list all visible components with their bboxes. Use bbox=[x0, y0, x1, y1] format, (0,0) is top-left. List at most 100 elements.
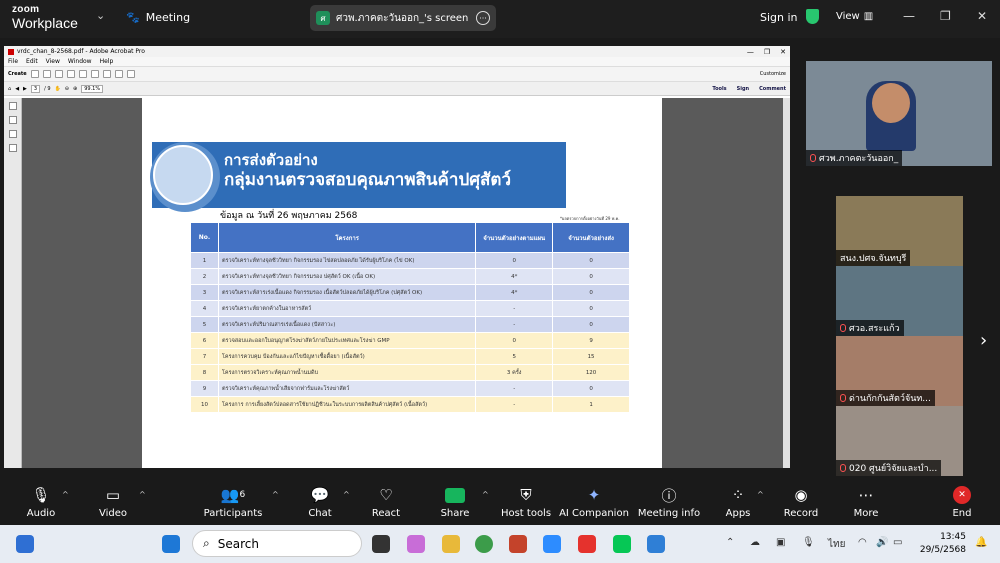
camera-icon: ▭ bbox=[105, 486, 121, 504]
record-icon: ◉ bbox=[794, 486, 808, 504]
meeting-info-button[interactable]: ⓘ Meeting info bbox=[634, 478, 704, 520]
taskbar-search[interactable]: ⌕ Search bbox=[192, 530, 362, 557]
line-icon[interactable] bbox=[613, 535, 631, 553]
video-button[interactable]: ▭ Video bbox=[78, 478, 148, 519]
share-screen-pill[interactable]: ศ ศวพ.ภาคตะวันออก_'s screen ··· bbox=[310, 5, 496, 31]
shield-icon: ⛨ bbox=[520, 486, 532, 504]
microphone-tray-icon[interactable]: 🎙 bbox=[802, 537, 815, 548]
file-explorer-icon[interactable] bbox=[442, 535, 460, 553]
more-options-icon[interactable]: ··· bbox=[476, 11, 490, 25]
vertical-scrollbar[interactable] bbox=[783, 98, 790, 468]
audio-options-caret-icon[interactable]: ^ bbox=[62, 490, 69, 499]
chat-options-caret-icon[interactable]: ^ bbox=[343, 490, 350, 499]
close-icon[interactable]: ✕ bbox=[977, 9, 987, 23]
view-button[interactable]: View ▥ bbox=[836, 11, 873, 22]
restore-icon[interactable]: ❐ bbox=[940, 9, 951, 23]
email-icon[interactable] bbox=[78, 70, 87, 78]
zoom-input[interactable]: 99.1% bbox=[81, 84, 104, 93]
zoom-out-icon[interactable]: ⊖ bbox=[65, 86, 69, 92]
comment-icon[interactable] bbox=[90, 70, 99, 78]
minimize-icon[interactable]: — bbox=[903, 9, 915, 23]
end-button[interactable]: ✕ End bbox=[927, 478, 997, 519]
share-button[interactable]: Share bbox=[420, 478, 490, 519]
customize-button[interactable]: Customize bbox=[760, 71, 786, 77]
muted-mic-icon bbox=[840, 464, 846, 472]
row-sent: 1 bbox=[552, 396, 630, 413]
volume-icon[interactable]: 🔊 bbox=[876, 537, 888, 548]
powerpoint-icon[interactable] bbox=[509, 535, 527, 553]
phone-link-icon[interactable]: ▣ bbox=[776, 537, 785, 548]
next-page-icon[interactable]: ▶ bbox=[23, 86, 27, 92]
battery-icon[interactable]: ▭ bbox=[893, 537, 902, 548]
notifications-icon[interactable]: 🔔 bbox=[975, 537, 987, 548]
acrobat-restore-icon[interactable]: ❐ bbox=[764, 48, 770, 56]
host-tools-button[interactable]: ⛨ Host tools bbox=[491, 478, 561, 519]
photos-icon[interactable] bbox=[647, 535, 665, 553]
menu-window[interactable]: Window bbox=[68, 58, 92, 65]
ai-companion-button[interactable]: ✦ AI Companion bbox=[559, 478, 629, 519]
row-sent: 0 bbox=[552, 284, 630, 301]
prev-page-icon[interactable]: ◀ bbox=[15, 86, 19, 92]
highlight-icon[interactable] bbox=[102, 70, 111, 78]
print-icon[interactable] bbox=[66, 70, 75, 78]
participants-button[interactable]: 👥 6 Participants bbox=[198, 478, 268, 519]
acrobat-minimize-icon[interactable]: — bbox=[747, 48, 754, 56]
security-shield-icon[interactable] bbox=[806, 9, 819, 24]
video-tile-host[interactable]: ศวพ.ภาคตะวันออก_ bbox=[806, 61, 992, 166]
onedrive-icon[interactable]: ☁ bbox=[750, 537, 760, 548]
share-options-caret-icon[interactable]: ^ bbox=[482, 490, 489, 499]
task-view-icon[interactable] bbox=[372, 535, 390, 553]
copilot-icon[interactable] bbox=[407, 535, 425, 553]
table-row: 6 ตรวจสอบและออกใบอนุญาตโรงฆ่าสัตว์ภายในปร… bbox=[190, 332, 630, 349]
bookmarks-panel-icon[interactable] bbox=[8, 116, 17, 124]
menu-file[interactable]: File bbox=[8, 58, 18, 65]
menu-edit[interactable]: Edit bbox=[26, 58, 38, 65]
acrobat-taskbar-icon[interactable] bbox=[578, 535, 596, 553]
pages-panel-icon[interactable] bbox=[8, 102, 17, 110]
apps-options-caret-icon[interactable]: ^ bbox=[757, 490, 764, 499]
record-button[interactable]: ◉ Record bbox=[766, 478, 836, 519]
video-tile-4[interactable]: ด่านกักกันสัตว์จันท... bbox=[836, 336, 963, 406]
zoom-in-icon[interactable]: ⊕ bbox=[73, 86, 77, 92]
video-tile-2[interactable]: สนง.ปศจ.จันทบุรี bbox=[836, 196, 963, 266]
video-tile-5[interactable]: 020 ศูนย์วิจัยและบำ... bbox=[836, 406, 963, 476]
ai-companion-label: AI Companion bbox=[559, 508, 629, 519]
save-icon[interactable] bbox=[42, 70, 51, 78]
meeting-tab[interactable]: 🐾 Meeting bbox=[126, 11, 190, 24]
next-gallery-arrow-icon[interactable]: › bbox=[980, 330, 987, 351]
taskbar-clock[interactable]: 13:45 29/5/2568 bbox=[906, 531, 966, 557]
input-language[interactable]: ไทย bbox=[828, 537, 845, 552]
sign-icon[interactable] bbox=[126, 70, 135, 78]
hand-tool-icon[interactable]: ✋ bbox=[55, 86, 61, 92]
cloud-icon[interactable] bbox=[54, 70, 63, 78]
react-button[interactable]: ♡ React bbox=[351, 478, 421, 519]
menu-help[interactable]: Help bbox=[100, 58, 114, 65]
sign-tab[interactable]: Sign bbox=[737, 86, 749, 92]
tools-tab[interactable]: Tools bbox=[712, 86, 726, 92]
row-project-name: ตรวจวิเคราะห์ทางจุลชีววิทยา กิจกรรมรอง ป… bbox=[217, 268, 477, 285]
open-icon[interactable] bbox=[30, 70, 39, 78]
menu-view[interactable]: View bbox=[46, 58, 60, 65]
more-button[interactable]: ⋯ More bbox=[831, 478, 901, 519]
stamp-icon[interactable] bbox=[114, 70, 123, 78]
signatures-panel-icon[interactable] bbox=[8, 144, 17, 152]
attachments-panel-icon[interactable] bbox=[8, 130, 17, 138]
tray-overflow-icon[interactable]: ⌃ bbox=[726, 537, 734, 548]
page-number-input[interactable]: 3 bbox=[30, 84, 41, 93]
sign-in-link[interactable]: Sign in bbox=[760, 11, 798, 24]
video-options-caret-icon[interactable]: ^ bbox=[139, 490, 146, 499]
comment-tab[interactable]: Comment bbox=[759, 86, 786, 92]
participants-options-caret-icon[interactable]: ^ bbox=[272, 490, 279, 499]
chrome-icon[interactable] bbox=[475, 535, 493, 553]
clock-date: 29/5/2568 bbox=[919, 545, 966, 555]
acrobat-close-icon[interactable]: ✕ bbox=[780, 48, 786, 56]
video-tile-3[interactable]: ศวอ.สระแก้ว bbox=[836, 266, 963, 336]
zoom-taskbar-icon[interactable] bbox=[543, 535, 561, 553]
widgets-icon[interactable] bbox=[16, 535, 34, 553]
chevron-down-icon[interactable]: ⌄ bbox=[96, 9, 105, 22]
zoom-logo: zoom Workplace bbox=[12, 5, 78, 31]
start-menu-icon[interactable] bbox=[162, 535, 180, 553]
home-icon[interactable]: ⌂ bbox=[8, 86, 11, 92]
wifi-icon[interactable]: ◠ bbox=[858, 537, 867, 548]
create-button[interactable]: Create bbox=[8, 71, 27, 77]
